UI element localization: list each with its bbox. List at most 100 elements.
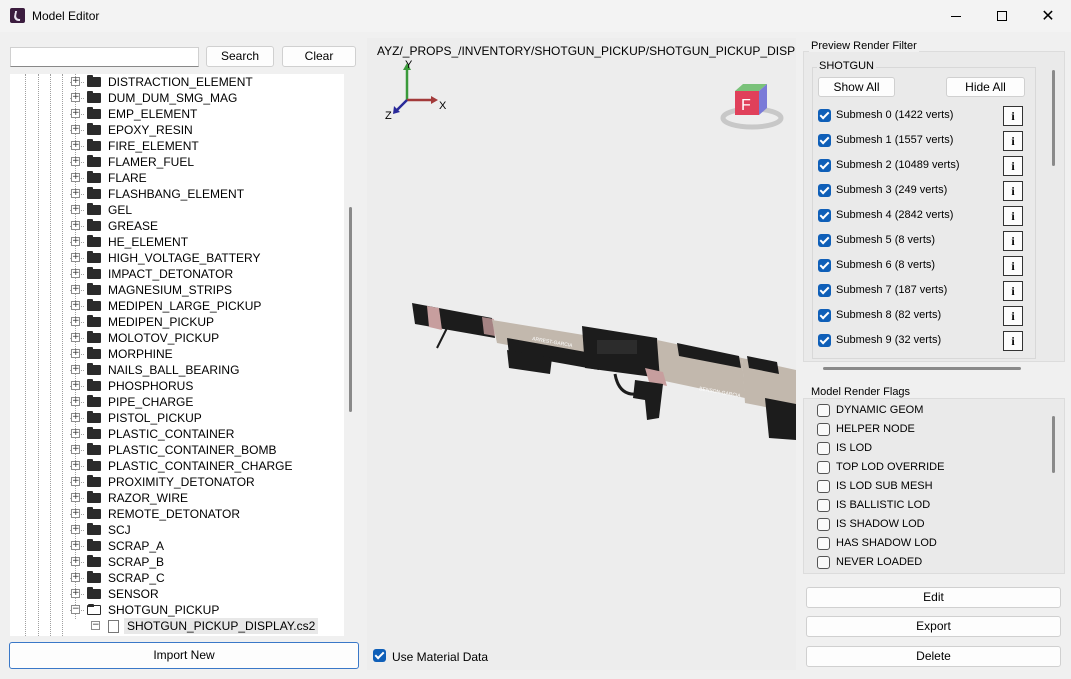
tree-item-shotgun-pickup[interactable]: − SHOTGUN_PICKUP bbox=[10, 602, 344, 618]
expand-toggle[interactable]: + bbox=[71, 509, 80, 518]
tree-item[interactable]: + PLASTIC_CONTAINER_BOMB bbox=[10, 442, 344, 458]
expand-toggle[interactable]: + bbox=[71, 173, 80, 182]
expand-toggle[interactable]: + bbox=[71, 381, 80, 390]
expand-toggle[interactable]: + bbox=[71, 189, 80, 198]
submesh-checkbox[interactable] bbox=[818, 259, 831, 272]
expand-toggle[interactable]: + bbox=[71, 157, 80, 166]
expand-toggle[interactable]: + bbox=[71, 237, 80, 246]
tree-item[interactable]: + PLASTIC_CONTAINER bbox=[10, 426, 344, 442]
search-button[interactable]: Search bbox=[206, 46, 274, 67]
expand-toggle[interactable]: + bbox=[71, 541, 80, 550]
submesh-checkbox[interactable] bbox=[818, 284, 831, 297]
render-flag-checkbox[interactable] bbox=[817, 423, 830, 436]
tree-item[interactable]: + MEDIPEN_PICKUP bbox=[10, 314, 344, 330]
export-button[interactable]: Export bbox=[806, 616, 1061, 637]
submesh-checkbox[interactable] bbox=[818, 184, 831, 197]
expand-toggle[interactable]: + bbox=[71, 77, 80, 86]
submesh-checkbox[interactable] bbox=[818, 159, 831, 172]
tree-item[interactable]: + EMP_ELEMENT bbox=[10, 106, 344, 122]
expand-toggle[interactable]: + bbox=[71, 93, 80, 102]
render-flag-checkbox[interactable] bbox=[817, 404, 830, 417]
expand-toggle[interactable]: + bbox=[71, 429, 80, 438]
filter-vertical-scrollbar[interactable] bbox=[1052, 70, 1055, 166]
submesh-checkbox[interactable] bbox=[818, 134, 831, 147]
tree-item[interactable]: + HE_ELEMENT bbox=[10, 234, 344, 250]
expand-toggle[interactable]: + bbox=[71, 557, 80, 566]
tree-item[interactable]: + SCRAP_C bbox=[10, 570, 344, 586]
hide-all-button[interactable]: Hide All bbox=[946, 77, 1025, 97]
tree-item[interactable]: + FIRE_ELEMENT bbox=[10, 138, 344, 154]
tree-item[interactable]: + RAZOR_WIRE bbox=[10, 490, 344, 506]
tree-item[interactable]: + EPOXY_RESIN bbox=[10, 122, 344, 138]
render-flag-checkbox[interactable] bbox=[817, 518, 830, 531]
tree-item[interactable]: + PHOSPHORUS bbox=[10, 378, 344, 394]
search-input[interactable] bbox=[10, 47, 199, 67]
expand-toggle[interactable]: + bbox=[71, 573, 80, 582]
expand-toggle[interactable]: + bbox=[71, 365, 80, 374]
expand-toggle[interactable]: + bbox=[71, 445, 80, 454]
expand-toggle[interactable]: + bbox=[71, 477, 80, 486]
expand-toggle[interactable]: + bbox=[71, 397, 80, 406]
tree-item[interactable]: + REMOTE_DETONATOR bbox=[10, 506, 344, 522]
tree-item[interactable]: + FLASHBANG_ELEMENT bbox=[10, 186, 344, 202]
submesh-info-button[interactable]: i bbox=[1003, 206, 1023, 226]
expand-toggle[interactable]: + bbox=[71, 317, 80, 326]
expand-toggle[interactable]: + bbox=[71, 205, 80, 214]
filter-horizontal-scrollbar[interactable] bbox=[823, 367, 1021, 370]
close-button[interactable]: ✕ bbox=[1025, 0, 1071, 32]
expand-toggle[interactable]: + bbox=[71, 493, 80, 502]
view-cube[interactable]: F bbox=[720, 84, 784, 130]
tree-item[interactable]: + SCRAP_A bbox=[10, 538, 344, 554]
tree-item[interactable]: + NAILS_BALL_BEARING bbox=[10, 362, 344, 378]
model-viewport[interactable]: AYZ/_PROPS_/INVENTORY/SHOTGUN_PICKUP/SHO… bbox=[367, 38, 796, 670]
render-flag-checkbox[interactable] bbox=[817, 499, 830, 512]
tree-item[interactable]: + PISTOL_PICKUP bbox=[10, 410, 344, 426]
tree-item[interactable]: + GEL bbox=[10, 202, 344, 218]
submesh-info-button[interactable]: i bbox=[1003, 131, 1023, 151]
expand-toggle[interactable]: + bbox=[71, 589, 80, 598]
tree-item[interactable]: + SENSOR bbox=[10, 586, 344, 602]
expand-toggle[interactable]: + bbox=[71, 461, 80, 470]
tree-item-selected-file[interactable]: − SHOTGUN_PICKUP_DISPLAY.cs2 bbox=[10, 618, 344, 634]
expand-toggle[interactable]: + bbox=[71, 253, 80, 262]
submesh-checkbox[interactable] bbox=[818, 109, 831, 122]
use-material-checkbox[interactable] bbox=[373, 649, 386, 662]
tree-item[interactable]: + MAGNESIUM_STRIPS bbox=[10, 282, 344, 298]
expand-toggle[interactable]: + bbox=[71, 221, 80, 230]
tree-item[interactable]: + GREASE bbox=[10, 218, 344, 234]
tree-item[interactable]: + DISTRACTION_ELEMENT bbox=[10, 74, 344, 90]
collapse-toggle[interactable]: − bbox=[71, 605, 80, 614]
submesh-info-button[interactable]: i bbox=[1003, 156, 1023, 176]
show-all-button[interactable]: Show All bbox=[818, 77, 895, 97]
maximize-button[interactable] bbox=[979, 0, 1025, 32]
submesh-info-button[interactable]: i bbox=[1003, 281, 1023, 301]
submesh-info-button[interactable]: i bbox=[1003, 231, 1023, 251]
tree-item[interactable]: + PIPE_CHARGE bbox=[10, 394, 344, 410]
tree-item[interactable]: + MORPHINE bbox=[10, 346, 344, 362]
expand-toggle[interactable]: + bbox=[71, 125, 80, 134]
expand-toggle[interactable]: + bbox=[71, 413, 80, 422]
submesh-checkbox[interactable] bbox=[818, 209, 831, 222]
delete-button[interactable]: Delete bbox=[806, 646, 1061, 667]
tree-item[interactable]: + PROXIMITY_DETONATOR bbox=[10, 474, 344, 490]
expand-toggle[interactable]: + bbox=[71, 109, 80, 118]
render-flag-checkbox[interactable] bbox=[817, 461, 830, 474]
tree-item[interactable]: + FLARE bbox=[10, 170, 344, 186]
tree-item[interactable]: + SCRAP_B bbox=[10, 554, 344, 570]
clear-button[interactable]: Clear bbox=[282, 46, 356, 67]
asset-tree[interactable]: + DISTRACTION_ELEMENT + DUM_DUM_SMG_MAG + EMP… bbox=[10, 74, 344, 636]
edit-button[interactable]: Edit bbox=[806, 587, 1061, 608]
import-new-button[interactable]: Import New bbox=[9, 642, 359, 669]
minimize-button[interactable] bbox=[933, 0, 979, 32]
render-flag-checkbox[interactable] bbox=[817, 442, 830, 455]
submesh-checkbox[interactable] bbox=[818, 334, 831, 347]
submesh-checkbox[interactable] bbox=[818, 309, 831, 322]
render-flag-checkbox[interactable] bbox=[817, 556, 830, 569]
render-flag-checkbox[interactable] bbox=[817, 537, 830, 550]
expand-toggle[interactable]: + bbox=[71, 141, 80, 150]
tree-item[interactable]: + IMPACT_DETONATOR bbox=[10, 266, 344, 282]
submesh-info-button[interactable]: i bbox=[1003, 331, 1023, 351]
collapse-toggle[interactable]: − bbox=[91, 621, 100, 630]
expand-toggle[interactable]: + bbox=[71, 269, 80, 278]
submesh-checkbox[interactable] bbox=[818, 234, 831, 247]
